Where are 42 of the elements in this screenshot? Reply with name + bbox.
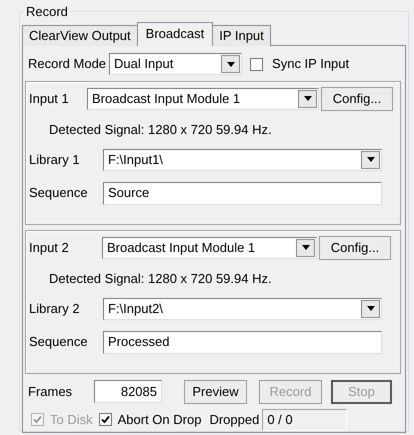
signal-text: Detected Signal: 1280 x 720 59.94 Hz. bbox=[48, 120, 273, 139]
label: Sequence bbox=[29, 333, 89, 352]
label: Dropped bbox=[209, 410, 260, 429]
label: Library 2 bbox=[29, 300, 81, 318]
config-button[interactable]: Config... bbox=[321, 86, 393, 110]
dropdown-button[interactable] bbox=[221, 55, 240, 73]
input-field[interactable]: Processed bbox=[103, 330, 382, 354]
readout-field: 0 / 0 bbox=[262, 408, 348, 430]
group-title: Record bbox=[25, 3, 69, 21]
signal-text: Detected Signal: 1280 x 720 59.94 Hz. bbox=[48, 270, 273, 288]
dropdown[interactable]: F:\Input1\ bbox=[103, 148, 382, 170]
label: Sequence bbox=[29, 184, 89, 202]
label: Library 1 bbox=[29, 150, 81, 169]
dropdown[interactable]: Broadcast Input Module 1 bbox=[87, 88, 319, 110]
caret-icon bbox=[366, 306, 374, 311]
caret-icon bbox=[304, 96, 312, 101]
tab[interactable]: ClearView Output bbox=[22, 24, 138, 46]
label: To Disk bbox=[50, 410, 93, 429]
dropdown-button[interactable] bbox=[298, 90, 317, 108]
caret-icon bbox=[226, 62, 235, 66]
dropdown-button[interactable] bbox=[361, 300, 380, 318]
dropdown[interactable]: F:\Input2\ bbox=[103, 298, 382, 320]
checkbox[interactable] bbox=[98, 413, 112, 426]
label: Record Mode bbox=[28, 55, 106, 74]
caret-icon bbox=[366, 157, 374, 162]
action-button[interactable]: Preview bbox=[184, 380, 247, 404]
checkbox[interactable] bbox=[250, 58, 264, 70]
label: Input 1 bbox=[29, 90, 70, 108]
label: Input 2 bbox=[29, 238, 70, 257]
label: Sync IP Input bbox=[272, 55, 350, 74]
input-field[interactable]: 82085 bbox=[94, 380, 162, 403]
label: Frames bbox=[28, 382, 74, 401]
dropdown-button[interactable] bbox=[296, 238, 315, 256]
tab[interactable]: IP Input bbox=[212, 24, 271, 46]
tab[interactable]: Broadcast bbox=[136, 22, 214, 46]
label: Abort On Drop bbox=[118, 410, 202, 429]
dropdown[interactable]: Broadcast Input Module 1 bbox=[102, 236, 317, 258]
input-field[interactable]: Source bbox=[103, 182, 382, 204]
dropdown-button[interactable] bbox=[361, 150, 380, 168]
config-button[interactable]: Config... bbox=[319, 236, 391, 260]
caret-icon bbox=[302, 245, 310, 250]
dropdown[interactable]: Dual Input bbox=[109, 53, 242, 75]
